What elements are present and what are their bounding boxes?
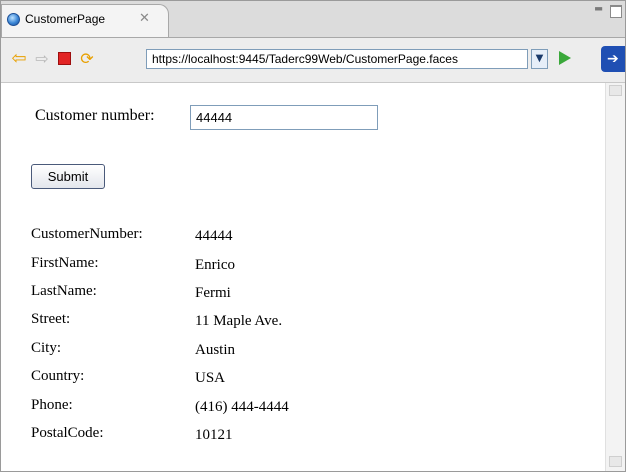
submit-button[interactable]: Submit xyxy=(31,164,105,189)
forward-arrow-icon[interactable]: ⇨ xyxy=(33,47,51,69)
stop-icon[interactable] xyxy=(56,47,72,69)
detail-value: Austin xyxy=(195,342,236,358)
detail-value: 11 Maple Ave. xyxy=(195,313,283,329)
detail-label: CustomerNumber: xyxy=(31,226,143,242)
scroll-down-icon[interactable] xyxy=(609,456,622,467)
detail-label: City: xyxy=(31,340,62,356)
globe-icon xyxy=(7,13,20,26)
customer-number-label: Customer number: xyxy=(35,107,155,124)
detail-value: Fermi xyxy=(195,285,231,301)
detail-row: CustomerNumber: 44444 xyxy=(31,226,451,248)
detail-value: (416) 444-4444 xyxy=(195,399,289,415)
detail-label: PostalCode: xyxy=(31,425,104,441)
scroll-up-icon[interactable] xyxy=(609,85,622,96)
url-input[interactable]: https://localhost:9445/Taderc99Web/Custo… xyxy=(146,49,528,69)
detail-label: Phone: xyxy=(31,397,73,413)
editor-tab-bar: CustomerPage ✕ ▬ xyxy=(1,1,625,38)
url-dropdown-icon[interactable]: ▼ xyxy=(531,49,548,69)
detail-row: PostalCode: 10121 xyxy=(31,425,451,447)
detail-label: FirstName: xyxy=(31,255,99,271)
detail-label: Country: xyxy=(31,368,85,384)
url-text: https://localhost:9445/Taderc99Web/Custo… xyxy=(152,52,458,66)
browser-toolbar: ⇦ ⇨ ⟳ https://localhost:9445/Taderc99Web… xyxy=(1,38,625,83)
go-icon[interactable] xyxy=(556,47,574,69)
detail-value: USA xyxy=(195,370,226,386)
detail-label: Street: xyxy=(31,311,71,327)
detail-row: Phone: (416) 444-4444 xyxy=(31,397,451,419)
detail-label: LastName: xyxy=(31,283,97,299)
customer-number-input[interactable]: 44444 xyxy=(190,105,378,130)
minimize-icon[interactable]: ▬ xyxy=(595,1,602,15)
browser-window: CustomerPage ✕ ▬ ⇦ ⇨ ⟳ https://localhost… xyxy=(0,0,626,472)
detail-row: LastName: Fermi xyxy=(31,283,451,305)
detail-row: Country: USA xyxy=(31,368,451,390)
detail-row: FirstName: Enrico xyxy=(31,255,451,277)
detail-row: City: Austin xyxy=(31,340,451,362)
maximize-icon[interactable] xyxy=(610,5,622,18)
detail-value: 10121 xyxy=(195,427,233,443)
vertical-scrollbar[interactable] xyxy=(605,83,625,471)
external-browser-icon[interactable]: ➔ xyxy=(601,46,625,72)
back-arrow-icon[interactable]: ⇦ xyxy=(9,47,29,69)
page-content: Customer number: 44444 Submit CustomerNu… xyxy=(1,83,605,471)
tab-title: CustomerPage xyxy=(25,12,106,26)
tab-customer-page[interactable]: CustomerPage ✕ xyxy=(1,4,169,37)
detail-row: Street: 11 Maple Ave. xyxy=(31,311,451,333)
close-icon[interactable]: ✕ xyxy=(139,10,150,26)
detail-value: 44444 xyxy=(195,228,233,244)
detail-value: Enrico xyxy=(195,257,235,273)
refresh-icon[interactable]: ⟳ xyxy=(77,47,97,69)
